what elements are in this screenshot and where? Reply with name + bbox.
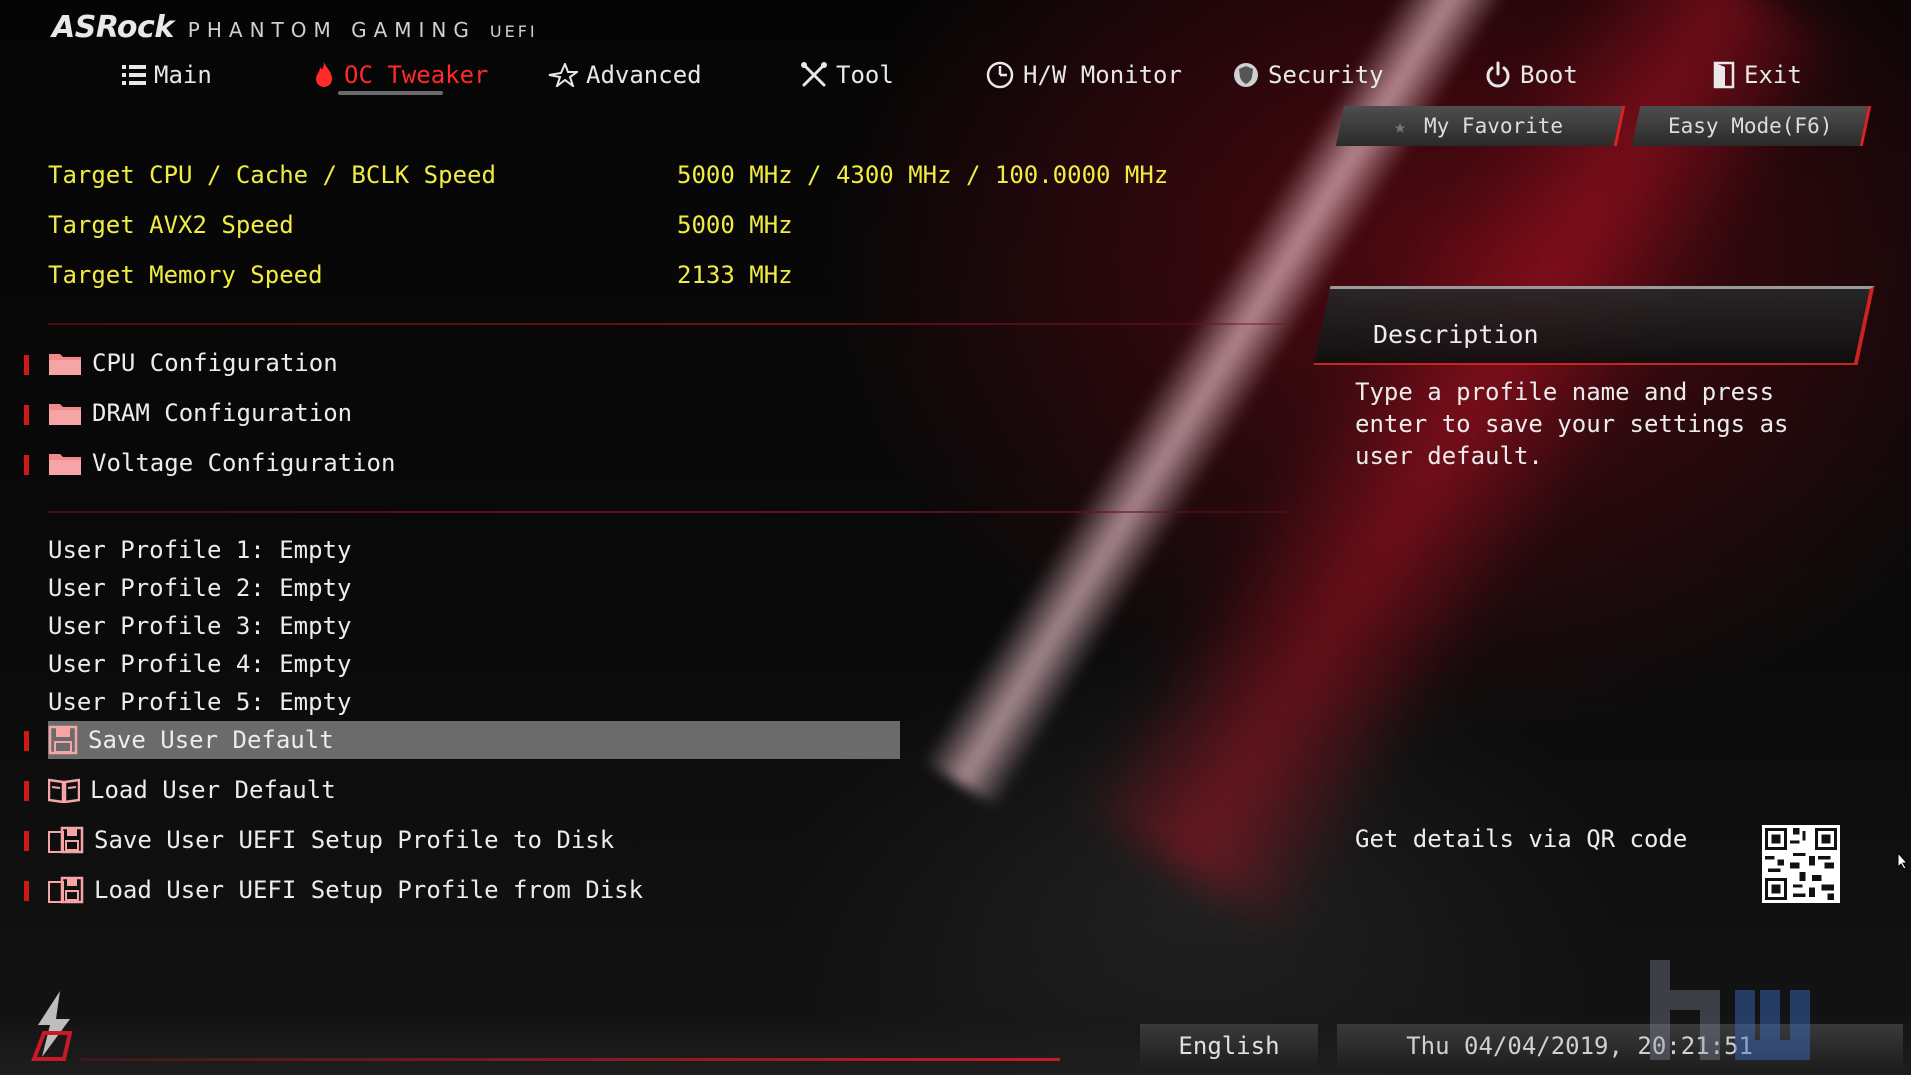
power-icon bbox=[1484, 61, 1512, 89]
tab-hw-monitor[interactable]: H/W Monitor bbox=[985, 55, 1182, 95]
info-value-memory-speed: 2133 MHz bbox=[677, 261, 793, 289]
info-label-avx2-speed: Target AVX2 Speed bbox=[48, 211, 294, 239]
menu-dram-configuration-label: DRAM Configuration bbox=[92, 399, 353, 427]
floppy-disk-icon bbox=[48, 725, 78, 755]
tab-exit[interactable]: Exit bbox=[1712, 55, 1802, 95]
list-icon bbox=[122, 64, 146, 86]
folder-icon bbox=[48, 450, 82, 476]
tab-hw-monitor-label: H/W Monitor bbox=[1023, 61, 1182, 89]
star-icon bbox=[548, 63, 578, 87]
info-value-avx2-speed: 5000 MHz bbox=[677, 211, 793, 239]
menu-voltage-configuration-label: Voltage Configuration bbox=[92, 449, 396, 477]
description-text: Type a profile name and press enter to s… bbox=[1355, 378, 1789, 470]
folder-icon bbox=[48, 400, 82, 426]
action-marker bbox=[24, 731, 29, 751]
menu-dram-configuration[interactable]: DRAM Configuration bbox=[48, 394, 352, 432]
action-marker bbox=[24, 881, 29, 901]
tools-icon bbox=[800, 61, 828, 89]
info-label-memory-speed: Target Memory Speed bbox=[48, 261, 323, 289]
my-favorite-label: My Favorite bbox=[1424, 114, 1564, 138]
save-profile-to-disk-item[interactable]: Save User UEFI Setup Profile to Disk bbox=[48, 821, 614, 859]
user-profile-5[interactable]: User Profile 5: Empty bbox=[48, 688, 351, 716]
submenu-marker bbox=[24, 455, 29, 475]
submenu-marker bbox=[24, 355, 29, 375]
language-selector[interactable]: English bbox=[1140, 1024, 1318, 1068]
tab-advanced[interactable]: Advanced bbox=[548, 55, 702, 95]
action-marker bbox=[24, 781, 29, 801]
tab-boot[interactable]: Boot bbox=[1484, 55, 1578, 95]
my-favorite-button[interactable]: ★ My Favorite bbox=[1335, 106, 1626, 146]
save-profile-to-disk-label: Save User UEFI Setup Profile to Disk bbox=[94, 826, 615, 854]
save-user-default-item[interactable]: Save User Default bbox=[48, 721, 334, 759]
tab-boot-label: Boot bbox=[1520, 61, 1578, 89]
tab-oc-tweaker[interactable]: OC Tweaker bbox=[312, 55, 489, 95]
phantom-gaming-logo-icon bbox=[20, 985, 90, 1065]
language-label: English bbox=[1178, 1032, 1280, 1060]
save-user-default-label: Save User Default bbox=[88, 726, 334, 754]
tab-tool-label: Tool bbox=[836, 61, 894, 89]
submenu-marker bbox=[24, 405, 29, 425]
brand-product: PHANTOM GAMING bbox=[187, 18, 476, 42]
folder-icon bbox=[48, 350, 82, 376]
tab-security-label: Security bbox=[1268, 61, 1384, 89]
load-user-default-item[interactable]: Load User Default bbox=[48, 771, 336, 809]
brand-uefi: UEFI bbox=[489, 22, 538, 41]
info-value-cpu-speed: 5000 MHz / 4300 MHz / 100.0000 MHz bbox=[677, 161, 1169, 189]
disk-save-icon bbox=[48, 826, 84, 854]
tab-tool[interactable]: Tool bbox=[800, 55, 894, 95]
qr-code-label: Get details via QR code bbox=[1355, 825, 1688, 853]
tab-exit-label: Exit bbox=[1744, 61, 1802, 89]
tab-main-label: Main bbox=[154, 61, 212, 89]
tab-advanced-label: Advanced bbox=[586, 61, 702, 89]
description-title: Description bbox=[1373, 320, 1539, 349]
section-divider bbox=[48, 511, 1286, 513]
user-profile-4[interactable]: User Profile 4: Empty bbox=[48, 650, 351, 678]
mouse-pointer-icon bbox=[1897, 851, 1909, 874]
user-profile-3[interactable]: User Profile 3: Empty bbox=[48, 612, 351, 640]
load-user-default-label: Load User Default bbox=[90, 776, 336, 804]
flame-icon bbox=[312, 61, 336, 89]
brand-header: ASRock PHANTOM GAMING UEFI bbox=[52, 10, 538, 45]
open-book-icon bbox=[48, 777, 80, 803]
menu-cpu-configuration[interactable]: CPU Configuration bbox=[48, 344, 338, 382]
easy-mode-label: Easy Mode(F6) bbox=[1667, 114, 1833, 138]
tab-main[interactable]: Main bbox=[122, 55, 212, 95]
easy-mode-button[interactable]: Easy Mode(F6) bbox=[1631, 106, 1872, 146]
favorite-star-icon: ★ bbox=[1394, 114, 1407, 138]
menu-cpu-configuration-label: CPU Configuration bbox=[92, 349, 338, 377]
info-label-cpu-speed: Target CPU / Cache / BCLK Speed bbox=[48, 161, 496, 189]
user-profile-2[interactable]: User Profile 2: Empty bbox=[48, 574, 351, 602]
tab-oc-tweaker-label: OC Tweaker bbox=[344, 61, 489, 89]
action-marker bbox=[24, 831, 29, 851]
monitor-gauge-icon bbox=[985, 60, 1015, 90]
shield-icon bbox=[1232, 61, 1260, 89]
load-profile-from-disk-label: Load User UEFI Setup Profile from Disk bbox=[94, 876, 644, 904]
active-tab-underline bbox=[338, 91, 443, 95]
exit-door-icon bbox=[1712, 61, 1736, 89]
user-profile-1[interactable]: User Profile 1: Empty bbox=[48, 536, 351, 564]
footer-red-line bbox=[80, 1058, 1060, 1061]
qr-code-image bbox=[1762, 825, 1840, 903]
load-profile-from-disk-item[interactable]: Load User UEFI Setup Profile from Disk bbox=[48, 871, 643, 909]
menu-voltage-configuration[interactable]: Voltage Configuration bbox=[48, 444, 395, 482]
watermark-logo bbox=[1640, 950, 1890, 1075]
disk-load-icon bbox=[48, 876, 84, 904]
top-navigation: Main OC Tweaker Advanced Tool H/W Monito… bbox=[0, 55, 1911, 95]
tab-security[interactable]: Security bbox=[1232, 55, 1384, 95]
brand-logo: ASRock bbox=[52, 10, 174, 45]
section-divider bbox=[48, 323, 1286, 325]
